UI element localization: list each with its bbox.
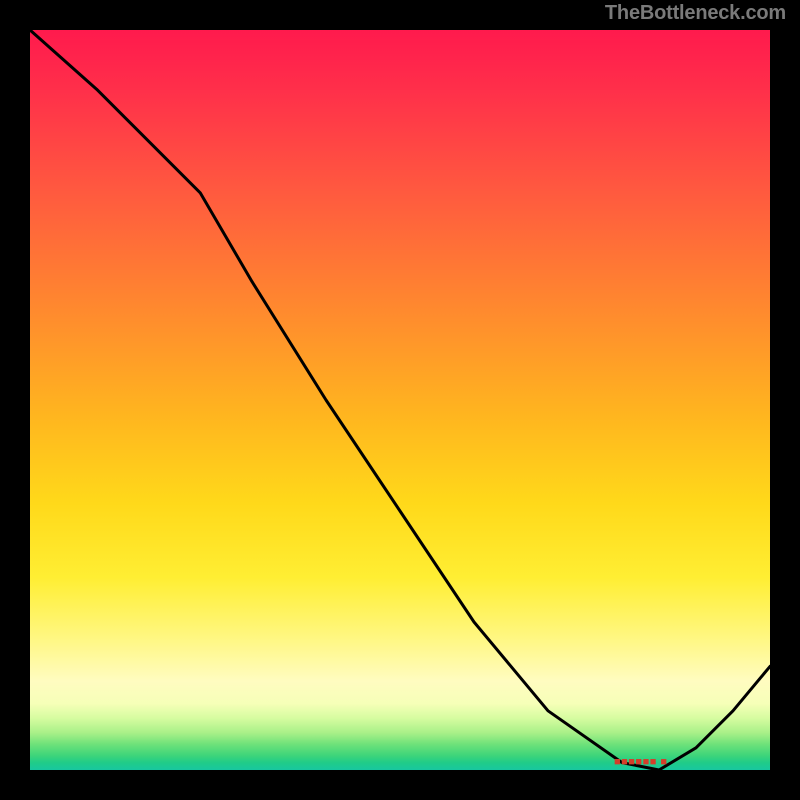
curve-svg xyxy=(30,30,770,770)
watermark-text: TheBottleneck.com xyxy=(605,2,786,25)
chart-frame: TheBottleneck.com ■■■■■■ ■ xyxy=(0,0,800,800)
bottleneck-curve xyxy=(30,30,770,770)
optimum-marker: ■■■■■■ ■ xyxy=(614,756,668,768)
